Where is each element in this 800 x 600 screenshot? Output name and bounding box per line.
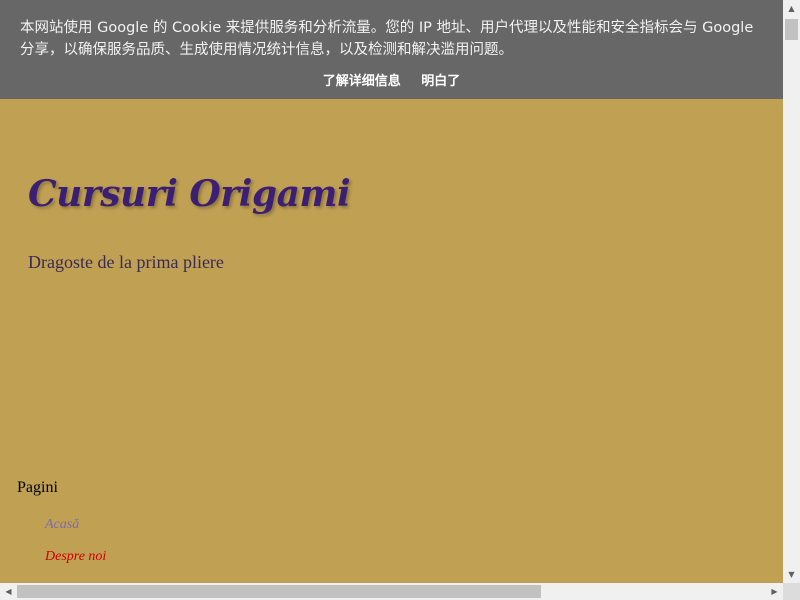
vertical-scrollbar[interactable]: ▲ ▼ [783,0,800,583]
cookie-actions: 了解详细信息 明白了 [0,70,783,89]
blog-description: Dragoste de la prima pliere [28,252,224,272]
cookie-message: 本网站使用 Google 的 Cookie 来提供服务和分析流量。您的 IP 地… [20,20,754,58]
scroll-left-arrow-icon[interactable]: ◀ [0,583,17,600]
cookie-learn-more-link[interactable]: 了解详细信息 [323,74,401,89]
page-link-home[interactable]: Acasă [45,517,79,533]
cookie-ok-button[interactable]: 明白了 [421,74,460,89]
horizontal-scrollbar[interactable]: ◀ ▶ [0,583,783,600]
blog-title[interactable]: Cursuri Origami [28,173,351,215]
cookie-banner: 本网站使用 Google 的 Cookie 来提供服务和分析流量。您的 IP 地… [0,0,783,99]
scroll-down-arrow-icon[interactable]: ▼ [783,566,800,583]
scrollbar-corner [783,583,800,600]
page-link-about[interactable]: Despre noi [45,549,106,565]
pages-widget-title: Pagini [17,479,58,496]
scroll-up-arrow-icon[interactable]: ▲ [783,0,800,17]
scroll-right-arrow-icon[interactable]: ▶ [766,583,783,600]
vertical-scroll-thumb[interactable] [785,19,798,40]
horizontal-scroll-thumb[interactable] [17,585,541,598]
